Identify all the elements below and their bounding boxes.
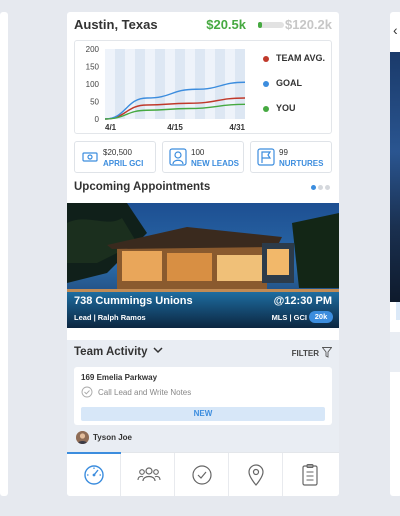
- y-tick-label: 100: [86, 80, 100, 89]
- y-tick-label: 0: [95, 115, 100, 124]
- team-activity-section: Team Activity FILTER 169 Emelia Parkway …: [67, 340, 339, 452]
- appointment-address: 738 Cummings Unions: [74, 295, 193, 307]
- city-title: Austin, Texas: [74, 17, 158, 32]
- x-tick-label: 4/31: [229, 123, 245, 132]
- avatar-image: [76, 431, 89, 444]
- legend-dot: [263, 81, 269, 87]
- stat-april-gci[interactable]: $20,500 APRIL GCI: [74, 141, 156, 173]
- filter-icon[interactable]: [322, 347, 332, 358]
- check-circle-icon[interactable]: [81, 386, 93, 398]
- task-status-button[interactable]: NEW: [81, 407, 325, 421]
- stat-label: APRIL GCI: [103, 159, 144, 168]
- appointment-time: @12:30 PM: [273, 295, 332, 307]
- chevron-down-icon[interactable]: [153, 345, 163, 355]
- legend-label: GOAL: [276, 78, 302, 88]
- tasks-icon: [192, 465, 212, 485]
- money-icon: [82, 152, 98, 162]
- avatar: [76, 431, 89, 444]
- goal-progress-fill: [258, 22, 263, 28]
- task-address: 169 Emelia Parkway: [81, 373, 158, 382]
- stat-new-leads[interactable]: 100 NEW LEADS: [162, 141, 244, 173]
- goal-max: $120.2k: [285, 17, 332, 32]
- stat-label: NEW LEADS: [191, 159, 239, 168]
- grid-stripe: [135, 49, 145, 119]
- line-chart: 200 150 100 50 0 4/1 4/15 4/31: [86, 45, 246, 132]
- previous-card[interactable]: [0, 12, 8, 496]
- header: Austin, Texas $20.5k $120.2k: [74, 17, 332, 35]
- next-card[interactable]: ‹: [390, 12, 400, 496]
- performance-chart[interactable]: 200 150 100 50 0 4/1 4/15 4/31 TEAM AVG. GOAL YOU: [74, 40, 332, 134]
- legend-label: TEAM AVG.: [276, 53, 325, 63]
- legend-dot: [263, 106, 269, 112]
- task-owner: Tyson Joe: [93, 433, 132, 442]
- gci-badge: 20k: [309, 311, 333, 323]
- next-card-chip: [396, 302, 400, 320]
- carousel-dot[interactable]: [325, 185, 330, 190]
- legend-label: YOU: [276, 103, 296, 113]
- legend-item: YOU: [261, 103, 331, 128]
- tab-tasks[interactable]: [175, 453, 229, 496]
- x-tick-label: 4/1: [105, 123, 117, 132]
- grid-stripe: [235, 49, 245, 119]
- next-card-photo: [390, 52, 400, 302]
- stat-value: $20,500: [103, 148, 132, 157]
- stats-row: $20,500 APRIL GCI 100 NEW LEADS 99 NURTU…: [74, 141, 332, 173]
- appointment-mls: MLS | GCI: [271, 313, 307, 322]
- dashboard-icon: [84, 465, 104, 485]
- house-photo: [67, 203, 339, 328]
- carousel-dot[interactable]: [318, 185, 323, 190]
- flag-icon: [257, 148, 275, 166]
- legend-dot: [263, 56, 269, 62]
- y-tick-label: 150: [86, 63, 100, 72]
- grid-stripe: [115, 49, 125, 119]
- y-tick-label: 200: [86, 45, 100, 54]
- appointment-lead: Lead | Ralph Ramos: [74, 313, 146, 322]
- next-card-section: [390, 332, 400, 372]
- appointments-title: Upcoming Appointments: [74, 181, 211, 193]
- grid-stripe: [155, 49, 165, 119]
- clipboard-icon: [302, 463, 318, 486]
- goal-progress-bar: [258, 22, 284, 28]
- team-icon: [137, 467, 161, 482]
- x-tick-label: 4/15: [167, 123, 183, 132]
- dashboard-screen: Austin, Texas $20.5k $120.2k 200 150 100 50…: [67, 12, 339, 496]
- map-pin-icon: [248, 464, 264, 486]
- legend-item: TEAM AVG.: [261, 53, 331, 78]
- grid-stripe: [215, 49, 225, 119]
- tab-dashboard[interactable]: [67, 452, 121, 496]
- chart-legend: TEAM AVG. GOAL YOU: [261, 53, 331, 128]
- tab-notes[interactable]: [283, 453, 337, 496]
- goal-current: $20.5k: [206, 17, 246, 32]
- appointment-card[interactable]: 738 Cummings Unions @12:30 PM Lead | Ral…: [67, 203, 339, 328]
- tab-bar: [67, 452, 339, 496]
- filter-button[interactable]: FILTER: [292, 349, 319, 358]
- carousel-dot-active[interactable]: [311, 185, 316, 190]
- tab-team[interactable]: [121, 453, 175, 496]
- tab-map[interactable]: [229, 453, 283, 496]
- person-icon: [169, 148, 187, 166]
- legend-item: GOAL: [261, 78, 331, 103]
- stat-value: 99: [279, 148, 288, 157]
- team-activity-title[interactable]: Team Activity: [74, 346, 148, 358]
- stat-label: NURTURES: [279, 159, 324, 168]
- y-tick-label: 50: [90, 98, 99, 107]
- task-card[interactable]: 169 Emelia Parkway Call Lead and Write N…: [74, 367, 332, 425]
- carousel-dots[interactable]: [311, 185, 335, 191]
- stat-value: 100: [191, 148, 205, 157]
- task-action: Call Lead and Write Notes: [98, 388, 192, 397]
- back-icon: ‹: [393, 22, 398, 38]
- stat-nurtures[interactable]: 99 NURTURES: [250, 141, 332, 173]
